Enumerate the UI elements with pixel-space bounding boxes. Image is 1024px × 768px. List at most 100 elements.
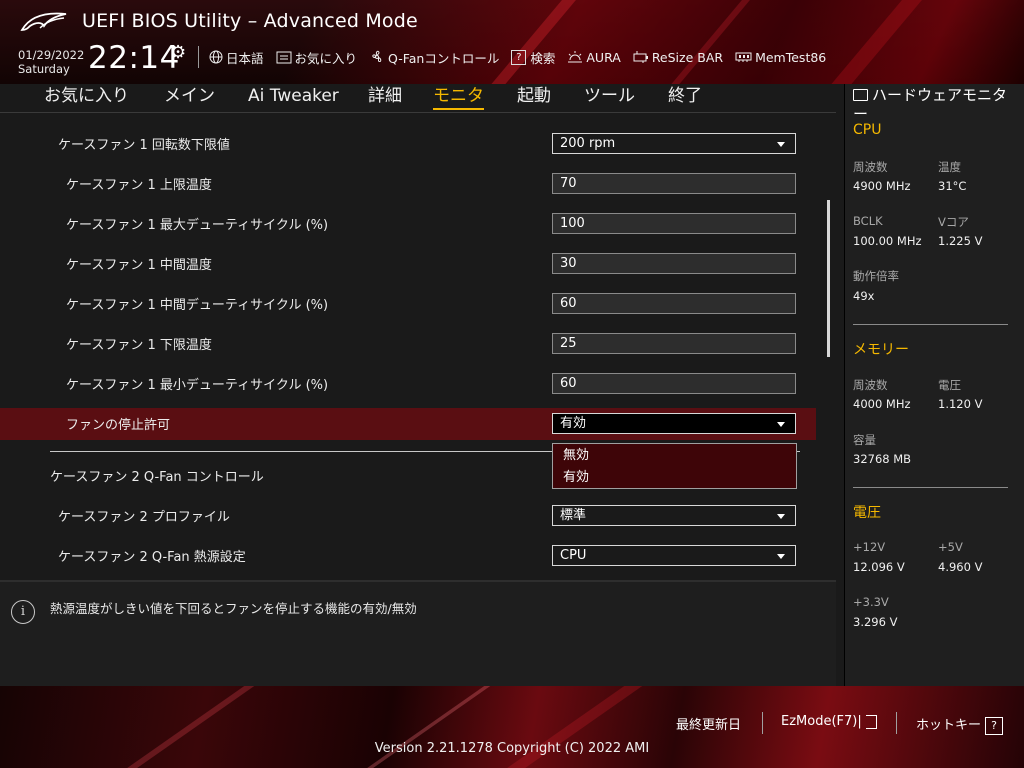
v33-label: +3.3V <box>853 595 889 609</box>
aura-button[interactable]: AURA <box>567 50 621 65</box>
setting-header-cf2-qfan[interactable]: ケースファン 2 Q-Fan コントロール <box>50 466 264 485</box>
cf1-lower-temp-input[interactable]: 25 <box>552 333 796 354</box>
ratio-label: 動作倍率 <box>853 269 899 283</box>
v33-value: 3.296 V <box>853 615 898 629</box>
tab-favorites[interactable]: お気に入り <box>44 84 129 108</box>
setting-label-cf1-mid-temp: ケースファン 1 中間温度 <box>66 258 212 273</box>
aura-icon <box>567 50 583 64</box>
monitor-title-text: ハードウェアモニター <box>853 86 1008 123</box>
setting-label-cf1-min-rpm: ケースファン 1 回転数下限値 <box>58 138 230 153</box>
help-description: 熱源温度がしきい値を下回るとファンを停止する機能の有効/無効 <box>50 601 417 616</box>
mem-volt-label: 電圧 <box>938 378 961 392</box>
fan-icon <box>369 49 385 65</box>
memory-section-title: メモリー <box>853 342 909 358</box>
cf2-profile-value: 標準 <box>560 508 587 523</box>
resize-bar-icon <box>633 50 649 64</box>
memtest-icon <box>735 51 752 63</box>
favorites-button[interactable]: お気に入り <box>276 48 358 67</box>
setting-label-cf1-mid-duty: ケースファン 1 中間デューティサイクル (%) <box>66 298 329 313</box>
qfan-control-button[interactable]: Q-Fanコントロール <box>369 48 499 67</box>
dropdown-option-enabled[interactable]: 有効 <box>563 466 589 485</box>
last-modified-button[interactable]: 最終更新日 <box>676 714 741 733</box>
setting-label-cf1-upper-temp: ケースファン 1 上限温度 <box>66 178 212 193</box>
version-text: Version 2.21.1278 Copyright (C) 2022 AMI <box>374 741 650 756</box>
qfan-label: Q-Fanコントロール <box>388 50 500 66</box>
tab-monitor[interactable]: モニタ <box>433 84 484 110</box>
cf1-min-duty-input[interactable]: 60 <box>552 373 796 394</box>
chevron-down-icon <box>777 142 785 147</box>
cpu-temp-label: 温度 <box>938 160 961 174</box>
monitor-screen-icon <box>853 89 868 101</box>
tab-tool[interactable]: ツール <box>584 84 635 108</box>
header-bar: UEFI BIOS Utility – Advanced Mode 01/29/… <box>0 0 1024 84</box>
mem-cap-label: 容量 <box>853 433 876 447</box>
footer-bar: 最終更新日 EzMode(F7)| ホットキー? Version 2.21.12… <box>0 686 1024 768</box>
favorites-label: お気に入り <box>294 50 358 66</box>
setting-label-cf1-min-duty: ケースファン 1 最小デューティサイクル (%) <box>66 378 329 393</box>
tab-ai-tweaker[interactable]: Ai Tweaker <box>248 84 339 108</box>
cf1-max-duty-input[interactable]: 100 <box>552 213 796 234</box>
resize-bar-button[interactable]: ReSize BAR <box>633 50 723 65</box>
clock-time: 22:14 <box>88 40 180 76</box>
tab-advanced[interactable]: 詳細 <box>368 84 402 108</box>
help-search-icon: ? <box>511 49 527 65</box>
setting-label-cf2-profile: ケースファン 2 プロファイル <box>58 510 230 525</box>
fan-stop-dropdown-list: 無効 有効 <box>552 443 797 489</box>
v5-label: +5V <box>938 540 963 554</box>
weekday-text: Saturday <box>18 62 70 76</box>
cpu-freq-value: 4900 MHz <box>853 179 911 193</box>
v12-value: 12.096 V <box>853 560 905 574</box>
help-panel: i 熱源温度がしきい値を下回るとファンを停止する機能の有効/無効 <box>0 580 836 688</box>
cf1-mid-temp-input[interactable]: 30 <box>552 253 796 274</box>
monitor-title: ハードウェアモニター <box>853 86 1019 124</box>
tab-exit[interactable]: 終了 <box>668 84 702 108</box>
mem-volt-value: 1.120 V <box>938 397 983 411</box>
cf2-profile-select[interactable]: 標準 <box>552 505 796 526</box>
dropdown-option-disabled[interactable]: 無効 <box>563 444 589 463</box>
tab-main[interactable]: メイン <box>164 84 215 108</box>
mem-cap-value: 32768 MB <box>853 452 912 466</box>
footer-separator <box>896 712 897 734</box>
app-title: UEFI BIOS Utility – Advanced Mode <box>82 10 418 32</box>
info-icon: i <box>11 600 35 624</box>
monitor-divider <box>853 487 1008 488</box>
hotkeys-label: ホットキー <box>916 718 982 733</box>
chevron-down-icon <box>777 422 785 427</box>
ratio-value: 49x <box>853 289 875 303</box>
memtest-button[interactable]: MemTest86 <box>735 50 826 65</box>
header-toolbar: 日本語 お気に入り Q-Fanコントロール ? 検索 AURA ReSize B… <box>198 46 838 68</box>
cf2-source-select[interactable]: CPU <box>552 545 796 566</box>
language-button[interactable]: 日本語 <box>209 48 264 67</box>
fan-stop-select[interactable]: 有効 <box>552 413 796 434</box>
exit-arrow-icon <box>865 714 877 729</box>
hardware-monitor-panel: ハードウェアモニター CPU 周波数 温度 4900 MHz 31°C BCLK… <box>844 84 1024 686</box>
cf1-upper-temp-input[interactable]: 70 <box>552 173 796 194</box>
ezmode-button[interactable]: EzMode(F7)| <box>781 714 877 729</box>
bclk-value: 100.00 MHz <box>853 234 922 248</box>
cf1-min-rpm-select[interactable]: 200 rpm <box>552 133 796 154</box>
setting-label-cf2-source: ケースファン 2 Q-Fan 熱源設定 <box>58 550 246 565</box>
question-icon: ? <box>985 716 1004 735</box>
settings-scrollbar[interactable] <box>827 200 830 357</box>
ezmode-label: EzMode(F7)| <box>781 714 862 729</box>
cf1-mid-duty-input[interactable]: 60 <box>552 293 796 314</box>
monitor-divider <box>853 324 1008 325</box>
v12-label: +12V <box>853 540 886 554</box>
vcore-value: 1.225 V <box>938 234 983 248</box>
chevron-down-icon <box>777 514 785 519</box>
tab-boot[interactable]: 起動 <box>517 84 551 108</box>
clock-settings-gear-icon[interactable]: ⚙ <box>170 42 186 63</box>
memtest-label: MemTest86 <box>755 49 827 65</box>
fan-stop-value: 有効 <box>560 416 587 431</box>
v5-value: 4.960 V <box>938 560 983 574</box>
rog-logo-icon <box>20 12 67 31</box>
chevron-down-icon <box>777 554 785 559</box>
mem-freq-value: 4000 MHz <box>853 397 911 411</box>
date-display: 01/29/2022 Saturday <box>18 48 84 76</box>
hotkeys-button[interactable]: ホットキー? <box>916 714 1004 735</box>
cf1-min-rpm-value: 200 rpm <box>560 136 616 151</box>
voltage-section-title: 電圧 <box>853 505 881 521</box>
language-label: 日本語 <box>226 50 264 66</box>
search-button[interactable]: ? 検索 <box>511 48 555 67</box>
search-label: 検索 <box>530 50 556 66</box>
